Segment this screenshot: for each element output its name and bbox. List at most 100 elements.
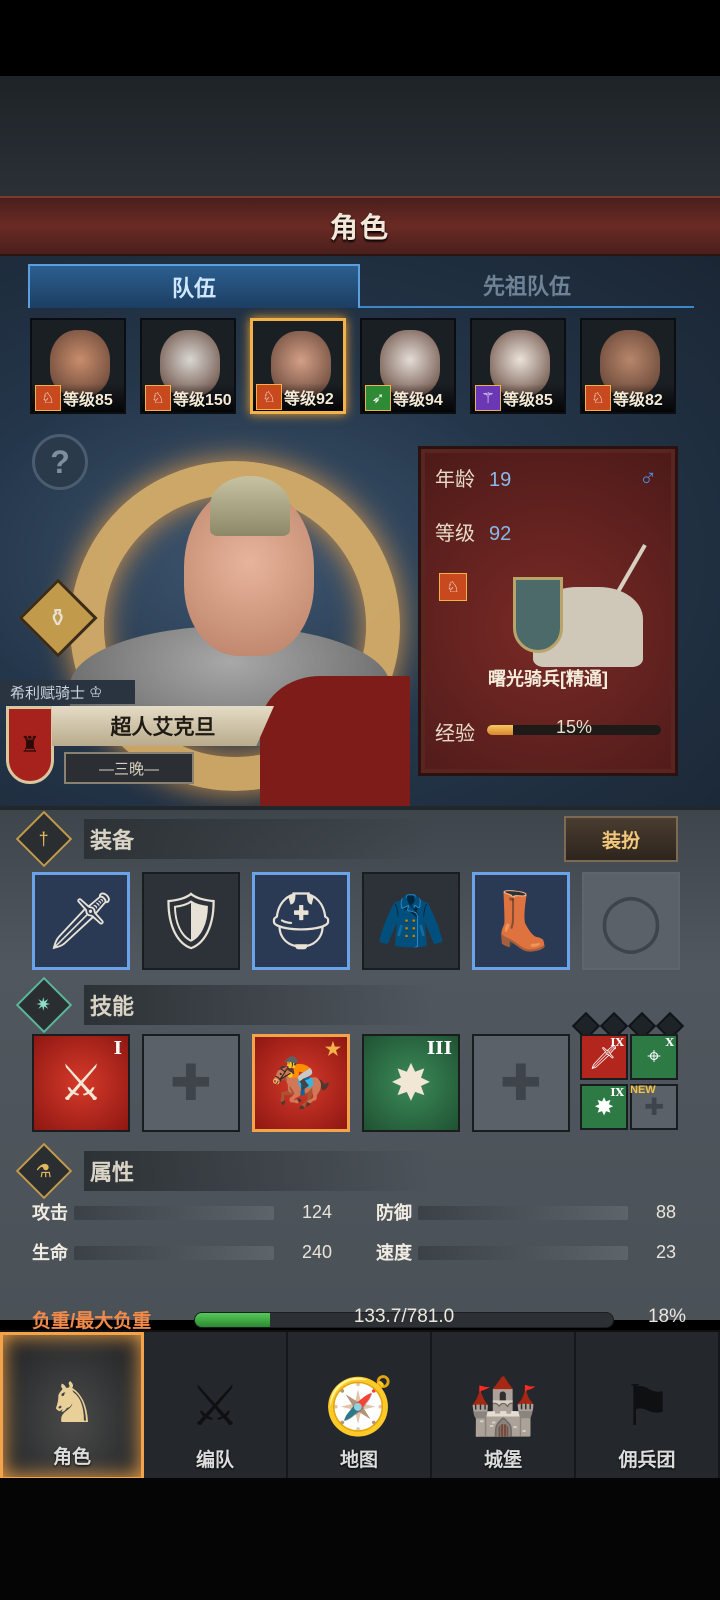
roster-portrait[interactable]: ♘ 等级82 — [580, 318, 676, 414]
character-panel: 队伍 先祖队伍 ♘ 等级85 ♘ 等级150 ♘ 等级92 ➶ 等级94 ⚚ 等级85 ♘ 等级82 … — [0, 256, 720, 806]
tab-party[interactable]: 队伍 — [28, 264, 360, 308]
bow-icon: ➶ — [365, 385, 391, 411]
age-value: 19 — [489, 469, 512, 491]
level-label: 等级 — [435, 523, 475, 545]
banner-icon: ⚑ — [621, 1374, 673, 1437]
ring-slot[interactable]: ◯ — [582, 872, 680, 970]
new-badge: NEW — [630, 1084, 656, 1096]
top-background — [0, 76, 720, 196]
party-roster: ♘ 等级85 ♘ 等级150 ♘ 等级92 ➶ 等级94 ⚚ 等级85 ♘ 等级82 — [30, 318, 690, 414]
skill-rank: I — [113, 1038, 122, 1059]
knight-icon: ♞ — [46, 1371, 98, 1434]
hero-hair — [210, 476, 290, 536]
skill-empty-1[interactable]: ✚ — [142, 1034, 240, 1132]
roster-portrait[interactable]: ⚚ 等级85 — [470, 318, 566, 414]
dress-up-button[interactable]: 装扮 — [564, 816, 678, 862]
sword-icon: 🗡 — [45, 889, 117, 952]
stat-bar — [74, 1246, 274, 1260]
stat-speed: 速度 23 — [376, 1238, 676, 1266]
helmet-slot[interactable]: ⛑ — [252, 872, 350, 970]
tab-ancestor-party[interactable]: 先祖队伍 — [360, 264, 694, 308]
nav-banner[interactable]: ⚑ 佣兵团 — [576, 1332, 720, 1480]
shield-slot[interactable]: 🛡 — [142, 872, 240, 970]
red-cape — [260, 676, 410, 806]
cavalry-class-icon[interactable]: ♘ — [439, 573, 467, 601]
horse-icon: ♘ — [145, 385, 171, 411]
stat-bar — [74, 1206, 274, 1220]
flask-icon: ⚗ — [15, 1142, 73, 1200]
stat-label: 生命 — [32, 1243, 68, 1263]
roster-portrait[interactable]: ♘ 等级85 — [30, 318, 126, 414]
age-label: 年龄 — [435, 469, 475, 491]
male-icon: ♂ — [639, 465, 657, 492]
skill-empty-2-icon: ✚ — [500, 1055, 542, 1111]
sword-slot[interactable]: 🗡 — [32, 872, 130, 970]
staff-icon: ⚚ — [475, 385, 501, 411]
equipment-title: 装备 — [84, 819, 435, 859]
hero-name[interactable]: 超人艾克旦 — [52, 706, 274, 746]
shield-icon: 🛡 — [155, 889, 227, 952]
knight-shield — [513, 577, 563, 653]
dagger-icon: † — [15, 810, 73, 868]
portrait-level: ♘ 等级92 — [253, 383, 343, 411]
exp-label: 经验 — [435, 723, 475, 745]
exp-percent: 15% — [555, 717, 593, 737]
portrait-level: ➶ 等级94 — [362, 384, 454, 412]
load-label: 负重/最大负重 — [32, 1311, 152, 1332]
portrait-level: ♘ 等级150 — [142, 384, 234, 412]
bottom-nav: ♞ 角色 ⚔ 编队 🧭 地图 🏰 城堡 ⚑ 佣兵团 — [0, 1330, 720, 1480]
stat-value: 23 — [655, 1241, 676, 1262]
level-text: 等级85 — [63, 392, 113, 409]
page-title: 角色 — [329, 212, 390, 243]
faction-name: 希利赋骑士 — [10, 684, 86, 702]
level-text: 等级94 — [393, 392, 443, 409]
horse-icon: ♘ — [585, 385, 611, 411]
stat-label: 防御 — [376, 1203, 412, 1223]
skill-rank: IX — [610, 1036, 624, 1049]
skill-points — [571, 1011, 685, 1041]
mini-target[interactable]: ⌖ X — [630, 1034, 678, 1080]
armor-icon: 🧥 — [376, 889, 446, 952]
roster-portrait[interactable]: ➶ 等级94 — [360, 318, 456, 414]
load-value: 133.7/781.0 — [353, 1306, 455, 1327]
stat-health: 生命 240 — [32, 1238, 332, 1266]
skill-rank: III — [426, 1038, 452, 1059]
star-icon: ✷ — [15, 976, 73, 1034]
portrait-level: ⚚ 等级85 — [472, 384, 564, 412]
roster-portrait[interactable]: ♘ 等级150 — [140, 318, 236, 414]
formation-icon: ⚔ — [189, 1374, 241, 1437]
roster-portrait[interactable]: ♘ 等级92 — [250, 318, 346, 414]
load-percent: 18% — [647, 1306, 686, 1327]
nav-compass[interactable]: 🧭 地图 — [288, 1332, 432, 1480]
level-text: 等级150 — [173, 392, 232, 409]
age-row: 年龄 19 — [435, 463, 511, 492]
nav-knight[interactable]: ♞ 角色 — [0, 1332, 144, 1480]
skill-empty-2[interactable]: ✚ — [472, 1034, 570, 1132]
armor-slot[interactable]: 🧥 — [362, 872, 460, 970]
hero-subtitle: —三晚— — [64, 752, 194, 784]
info-panel: 年龄 19 ♂ 等级 92 ♘ 曙光骑兵[精通] 经验 15% — [418, 446, 678, 776]
attributes-header: ⚗ 属性 — [15, 1142, 684, 1200]
skill-rank: ★ — [324, 1039, 341, 1060]
portrait-level: ♘ 等级85 — [32, 384, 124, 412]
unit-figure[interactable] — [493, 537, 653, 677]
level-text: 等级92 — [284, 391, 334, 408]
mini-sword[interactable]: 🗡 IX — [580, 1034, 628, 1080]
castle-crest-icon: ♜ — [6, 706, 54, 784]
nav-formation[interactable]: ⚔ 编队 — [144, 1332, 288, 1480]
mini-burst[interactable]: ✸ IX — [580, 1084, 628, 1130]
crown-icon: ♔ — [89, 684, 103, 701]
stat-attack: 攻击 124 — [32, 1198, 332, 1226]
stat-value: 240 — [301, 1241, 332, 1262]
nav-label: 角色 — [52, 1447, 91, 1468]
skill-slash[interactable]: ⚔ I — [32, 1034, 130, 1132]
potion-icon: ⚱ — [47, 604, 69, 632]
boots-slot[interactable]: 👢 — [472, 872, 570, 970]
skill-charge[interactable]: 🏇 ★ — [252, 1034, 350, 1132]
skill-burst[interactable]: ✸ III — [362, 1034, 460, 1132]
bottom-bezel — [0, 1478, 720, 1600]
compass-icon: 🧭 — [324, 1374, 394, 1437]
help-button[interactable]: ? — [32, 434, 88, 490]
unit-name: 曙光骑兵[精通] — [488, 669, 608, 689]
nav-castle[interactable]: 🏰 城堡 — [432, 1332, 576, 1480]
